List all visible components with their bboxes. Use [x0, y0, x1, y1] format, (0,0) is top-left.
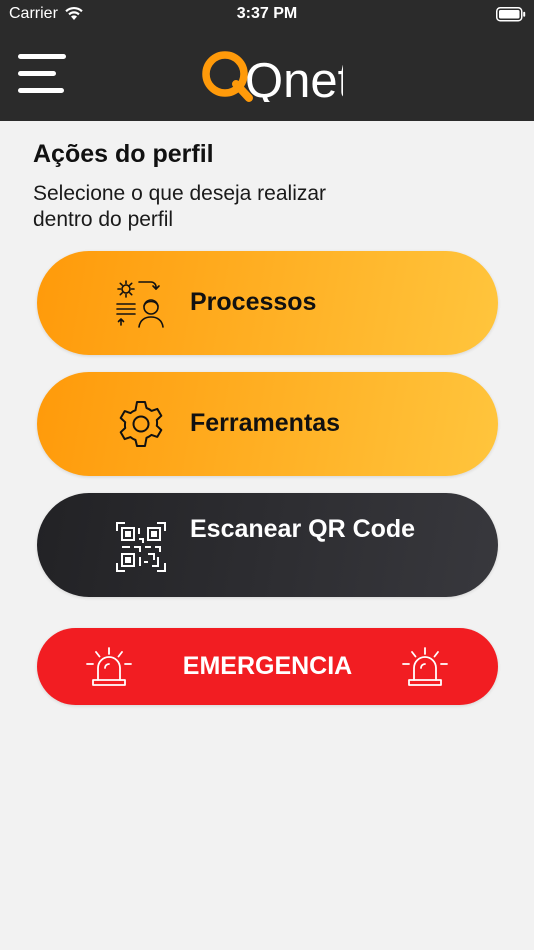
logo-text: Qnet — [245, 54, 343, 102]
scan-qr-button[interactable]: Escanear QR Code — [37, 493, 498, 597]
page-title: Ações do perfil — [33, 140, 214, 168]
battery-icon — [496, 7, 526, 22]
page-subtitle: Selecione o que deseja realizar dentro d… — [33, 182, 327, 231]
navigation-bar: Carrier 3:37 PM Qnet — [0, 0, 534, 121]
processes-label: Processos — [190, 288, 317, 316]
tools-label: Ferramentas — [190, 409, 341, 437]
processes-button[interactable]: Processos — [37, 251, 498, 355]
clock: 3:37 PM — [236, 5, 298, 22]
processes-icon — [116, 280, 164, 328]
emergency-button[interactable]: EMERGENCIA — [37, 628, 498, 705]
scan-qr-label: Escanear QR Code — [190, 515, 416, 543]
menu-icon[interactable] — [18, 54, 66, 94]
tools-button[interactable]: Ferramentas — [37, 372, 498, 476]
qr-code-icon — [116, 522, 166, 572]
status-bar: Carrier 3:37 PM — [0, 0, 534, 30]
siren-icon — [402, 647, 448, 686]
gear-icon — [119, 401, 163, 447]
qnet-logo: Qnet — [202, 51, 343, 102]
